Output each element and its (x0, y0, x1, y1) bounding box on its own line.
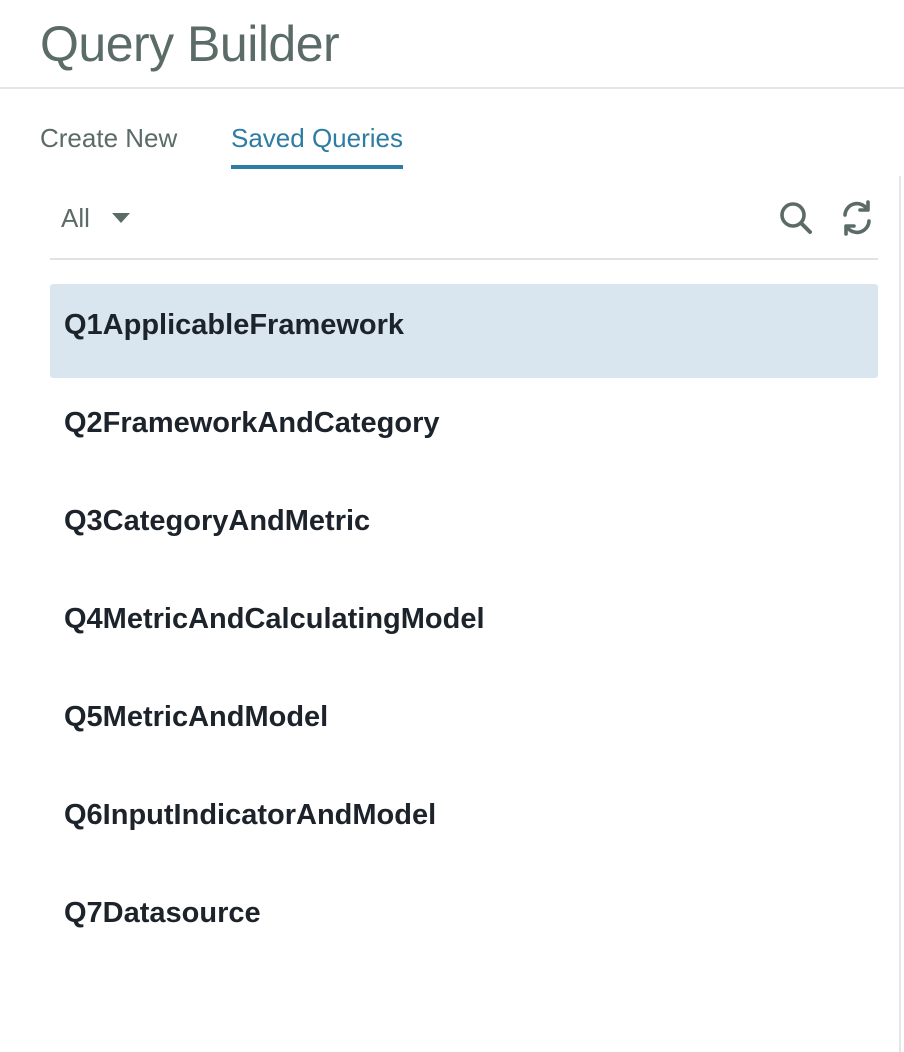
tab-create-new[interactable]: Create New (40, 118, 177, 158)
query-item-label: Q4MetricAndCalculatingModel (64, 602, 485, 635)
query-item-q4[interactable]: Q4MetricAndCalculatingModel (50, 578, 878, 672)
filter-dropdown[interactable]: All (61, 198, 130, 238)
caret-down-icon (111, 213, 130, 223)
list-toolbar: All (50, 190, 878, 260)
search-icon (780, 202, 812, 234)
query-item-q5[interactable]: Q5MetricAndModel (50, 676, 878, 770)
filter-value: All (61, 202, 90, 233)
query-item-q7[interactable]: Q7Datasource (50, 872, 878, 966)
page-title: Query Builder (40, 16, 340, 72)
query-item-q6[interactable]: Q6InputIndicatorAndModel (50, 774, 878, 868)
search-button[interactable] (778, 200, 814, 236)
query-item-label: Q6InputIndicatorAndModel (64, 798, 437, 831)
saved-query-list: Q1ApplicableFramework Q2FrameworkAndCate… (50, 284, 878, 970)
query-item-q2[interactable]: Q2FrameworkAndCategory (50, 382, 878, 476)
header: Query Builder (0, 0, 904, 89)
panel-divider (899, 176, 901, 1052)
refresh-icon (843, 200, 871, 236)
query-item-label: Q7Datasource (64, 896, 261, 929)
query-item-label: Q3CategoryAndMetric (64, 504, 371, 537)
tab-saved-queries[interactable]: Saved Queries (231, 118, 403, 169)
query-builder-panel: Query Builder Create New Saved Queries A… (0, 0, 904, 1052)
refresh-button[interactable] (839, 200, 875, 236)
query-item-q3[interactable]: Q3CategoryAndMetric (50, 480, 878, 574)
query-item-label: Q5MetricAndModel (64, 700, 329, 733)
query-item-label: Q2FrameworkAndCategory (64, 406, 440, 439)
query-item-q1[interactable]: Q1ApplicableFramework (50, 284, 878, 378)
query-item-label: Q1ApplicableFramework (64, 308, 405, 341)
